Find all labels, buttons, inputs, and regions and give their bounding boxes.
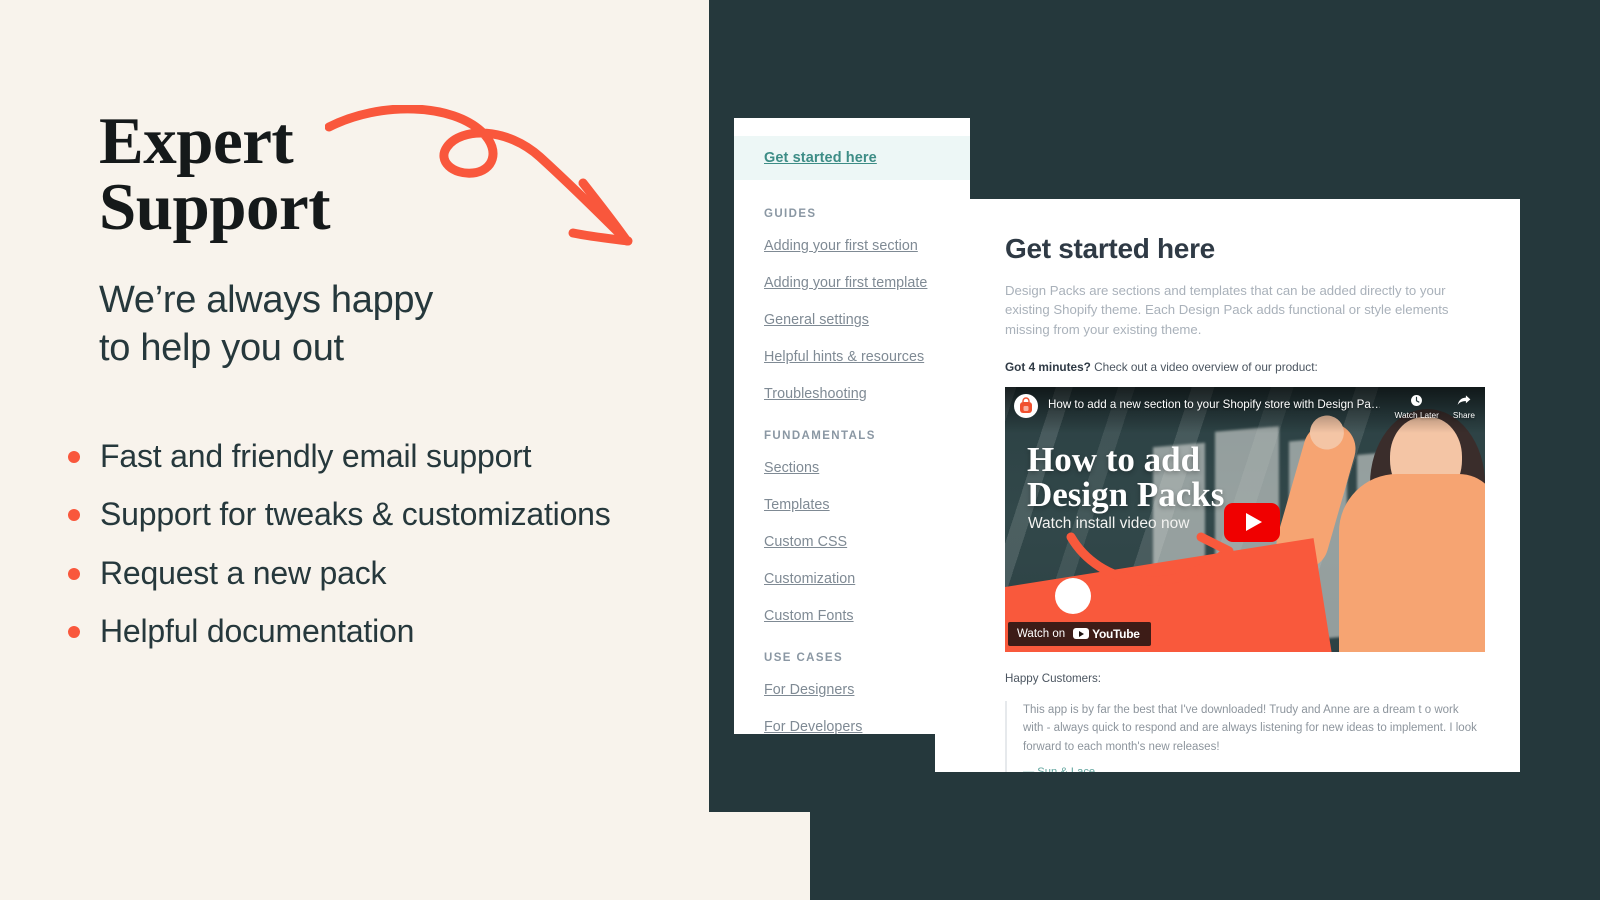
video-thumbnail-heading: How to add Design Packs bbox=[1027, 442, 1224, 513]
docs-main-panel: Get started here Design Packs are sectio… bbox=[935, 199, 1520, 772]
youtube-video-embed[interactable]: How to add Design Packs Watch install vi… bbox=[1005, 386, 1485, 652]
youtube-wordmark: YouTube bbox=[1092, 626, 1140, 641]
list-item-label: Helpful documentation bbox=[100, 613, 415, 650]
share-label: Share bbox=[1452, 409, 1475, 420]
list-item: Support for tweaks & customizations bbox=[68, 495, 611, 533]
doc-intro-text: Design Packs are sections and templates … bbox=[1005, 283, 1449, 337]
share-arrow-icon bbox=[1457, 395, 1471, 405]
subheading-line-2: to help you out bbox=[99, 327, 344, 370]
video-prompt-bold: Got 4 minutes? bbox=[1005, 359, 1091, 374]
background-cream-step bbox=[709, 812, 810, 900]
youtube-logo-icon bbox=[1073, 628, 1090, 640]
list-item: Helpful documentation bbox=[68, 612, 611, 650]
headline-line-1: Expert bbox=[99, 104, 294, 178]
list-item-label: Fast and friendly email support bbox=[100, 438, 532, 474]
testimonial-author[interactable]: — Sun & Lace bbox=[1023, 766, 1480, 772]
happy-customers-label: Happy Customers: bbox=[1005, 671, 1102, 685]
subheading-line-1: We’re always happy bbox=[99, 279, 433, 321]
doc-title: Get started here bbox=[1005, 233, 1215, 264]
video-heading-line-1: How to add bbox=[1027, 439, 1201, 479]
video-orange-arrow-icon bbox=[1066, 532, 1234, 586]
sidebar-item-get-started-here[interactable]: Get started here bbox=[734, 136, 970, 180]
video-title-bar: How to add a new section to your Shopify… bbox=[1005, 386, 1485, 433]
list-item-label: Support for tweaks & customizations bbox=[100, 496, 611, 533]
watch-later-button[interactable]: Watch Later bbox=[1394, 394, 1439, 420]
screenshot-root: Expert Support We’re always happy to hel… bbox=[0, 0, 1600, 900]
video-prompt-rest: Check out a video overview of our produc… bbox=[1090, 359, 1318, 374]
clock-icon bbox=[1411, 394, 1423, 406]
play-button[interactable] bbox=[1224, 502, 1280, 542]
video-prompt: Got 4 minutes? Check out a video overvie… bbox=[1005, 360, 1480, 374]
list-item: Fast and friendly email support bbox=[68, 437, 611, 475]
watch-on-youtube-button[interactable]: Watch on YouTube bbox=[1008, 621, 1151, 646]
bullet-dot-icon bbox=[68, 509, 80, 522]
play-triangle-icon bbox=[1246, 513, 1262, 532]
marketing-column: Expert Support We’re always happy to hel… bbox=[0, 0, 709, 900]
subheading: We’re always happy to help you out bbox=[99, 276, 433, 373]
watch-on-label: Watch on bbox=[1017, 627, 1066, 640]
feature-list: Fast and friendly email support Support … bbox=[68, 437, 611, 671]
share-button[interactable]: Share bbox=[1453, 394, 1475, 420]
video-heading-line-2: Design Packs bbox=[1027, 475, 1225, 515]
bullet-dot-icon bbox=[68, 626, 80, 639]
list-item-label: Request a new pack bbox=[100, 554, 387, 591]
list-item: Request a new pack bbox=[68, 554, 611, 592]
channel-avatar[interactable] bbox=[1014, 393, 1038, 418]
bullet-dot-icon bbox=[68, 567, 80, 580]
testimonial-quote: This app is by far the best that I've do… bbox=[1005, 700, 1480, 772]
curved-arrow-icon bbox=[325, 105, 633, 246]
video-title[interactable]: How to add a new section to your Shopify… bbox=[1048, 398, 1380, 411]
backpack-icon bbox=[1020, 397, 1032, 413]
watch-later-label: Watch Later bbox=[1394, 409, 1439, 420]
testimonial-text: This app is by far the best that I've do… bbox=[1023, 703, 1477, 754]
bullet-dot-icon bbox=[68, 451, 80, 463]
